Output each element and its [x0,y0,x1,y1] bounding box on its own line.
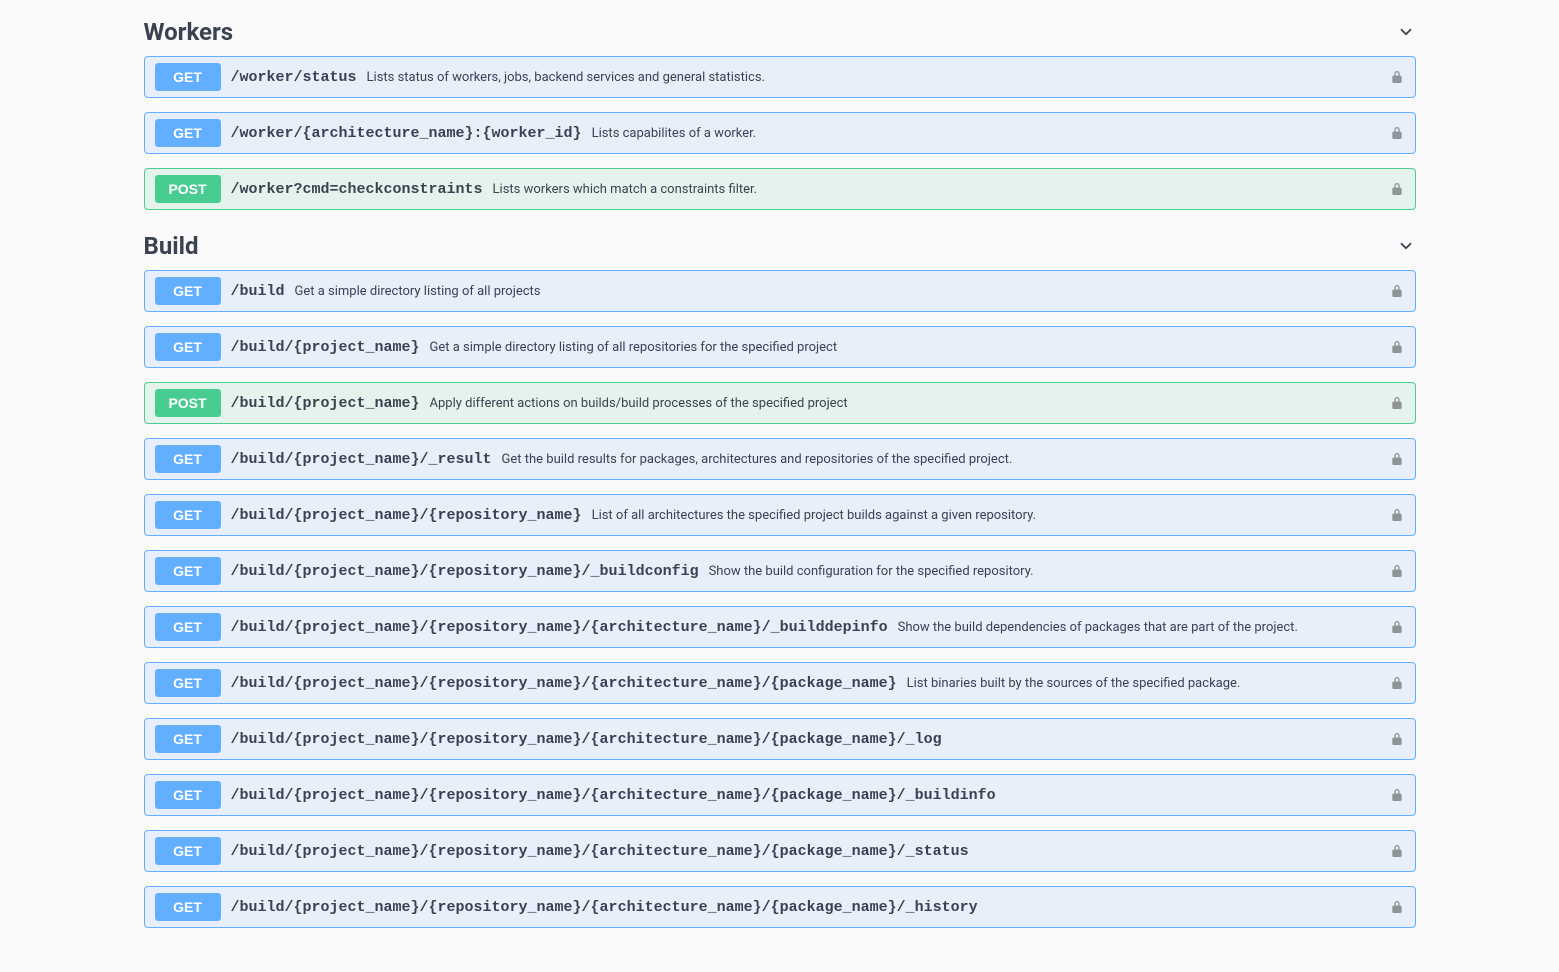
endpoint-path: /build [231,283,285,300]
section-title: Build [144,232,199,260]
endpoint-path: /build/{project_name}/{repository_name}/… [231,787,996,804]
operation-row[interactable]: GET/build Get a simple directory listing … [144,270,1416,312]
method-badge: POST [155,389,221,417]
operation-row[interactable]: GET/build/{project_name}/{repository_nam… [144,494,1416,536]
operation-row[interactable]: GET/build/{project_name}/{repository_nam… [144,774,1416,816]
method-badge: GET [155,277,221,305]
operation-row[interactable]: GET/build/{project_name}/{repository_nam… [144,662,1416,704]
operation-row[interactable]: GET/build/{project_name}/{repository_nam… [144,606,1416,648]
endpoint-path: /build/{project_name}/{repository_name}/… [231,675,897,692]
method-badge: GET [155,781,221,809]
endpoint-summary: Get a simple directory listing of all pr… [295,284,541,299]
endpoint-path: /build/{project_name}/{repository_name}/… [231,843,969,860]
lock-icon[interactable] [1389,843,1405,859]
endpoint-path: /build/{project_name}/{repository_name} [231,507,582,524]
operation-row[interactable]: GET/build/{project_name} Get a simple dir… [144,326,1416,368]
endpoint-path: /build/{project_name}/{repository_name}/… [231,563,699,580]
endpoint-path: /build/{project_name}/{repository_name}/… [231,619,888,636]
lock-icon[interactable] [1389,339,1405,355]
operation-row[interactable]: GET/build/{project_name}/{repository_nam… [144,718,1416,760]
lock-icon[interactable] [1389,899,1405,915]
chevron-down-icon [1396,236,1416,256]
endpoint-path: /worker?cmd=checkconstraints [231,181,483,198]
lock-icon[interactable] [1389,451,1405,467]
endpoint-path: /build/{project_name}/{repository_name}/… [231,731,942,748]
endpoint-path: /build/{project_name}/_result [231,451,492,468]
lock-icon[interactable] [1389,619,1405,635]
chevron-down-icon [1396,22,1416,42]
section-header[interactable]: Workers [144,10,1416,56]
endpoint-summary: Show the build configuration for the spe… [709,564,1034,579]
section-title: Workers [144,18,234,46]
endpoint-summary: Lists workers which match a constraints … [493,182,758,197]
operation-row[interactable]: GET/build/{project_name}/_result Get the … [144,438,1416,480]
endpoint-path: /build/{project_name} [231,339,420,356]
method-badge: GET [155,893,221,921]
lock-icon[interactable] [1389,675,1405,691]
endpoint-path: /build/{project_name} [231,395,420,412]
method-badge: GET [155,557,221,585]
operation-row[interactable]: GET/worker/{architecture_name}:{worker_i… [144,112,1416,154]
lock-icon[interactable] [1389,395,1405,411]
endpoint-summary: Show the build dependencies of packages … [898,620,1298,635]
lock-icon[interactable] [1389,125,1405,141]
method-badge: GET [155,725,221,753]
lock-icon[interactable] [1389,731,1405,747]
method-badge: POST [155,175,221,203]
lock-icon[interactable] [1389,69,1405,85]
lock-icon[interactable] [1389,283,1405,299]
operation-row[interactable]: GET/worker/status Lists status of workers… [144,56,1416,98]
lock-icon[interactable] [1389,563,1405,579]
operation-row[interactable]: POST/worker?cmd=checkconstraints Lists wo… [144,168,1416,210]
method-badge: GET [155,119,221,147]
operation-row[interactable]: POST/build/{project_name} Apply different… [144,382,1416,424]
operation-row[interactable]: GET/build/{project_name}/{repository_nam… [144,550,1416,592]
lock-icon[interactable] [1389,507,1405,523]
operation-row[interactable]: GET/build/{project_name}/{repository_nam… [144,886,1416,928]
method-badge: GET [155,613,221,641]
method-badge: GET [155,333,221,361]
endpoint-path: /worker/{architecture_name}:{worker_id} [231,125,582,142]
endpoint-summary: Lists capabilites of a worker. [592,126,757,141]
endpoint-summary: Lists status of workers, jobs, backend s… [367,70,765,85]
endpoint-path: /worker/status [231,69,357,86]
lock-icon[interactable] [1389,787,1405,803]
operation-row[interactable]: GET/build/{project_name}/{repository_nam… [144,830,1416,872]
endpoint-summary: List binaries built by the sources of th… [907,676,1241,691]
endpoint-summary: List of all architectures the specified … [592,508,1036,523]
method-badge: GET [155,501,221,529]
endpoint-summary: Get the build results for packages, arch… [502,452,1013,467]
endpoint-summary: Apply different actions on builds/build … [430,396,848,411]
method-badge: GET [155,63,221,91]
lock-icon[interactable] [1389,181,1405,197]
endpoint-path: /build/{project_name}/{repository_name}/… [231,899,978,916]
method-badge: GET [155,445,221,473]
method-badge: GET [155,669,221,697]
endpoint-summary: Get a simple directory listing of all re… [430,340,838,355]
method-badge: GET [155,837,221,865]
section-header[interactable]: Build [144,224,1416,270]
